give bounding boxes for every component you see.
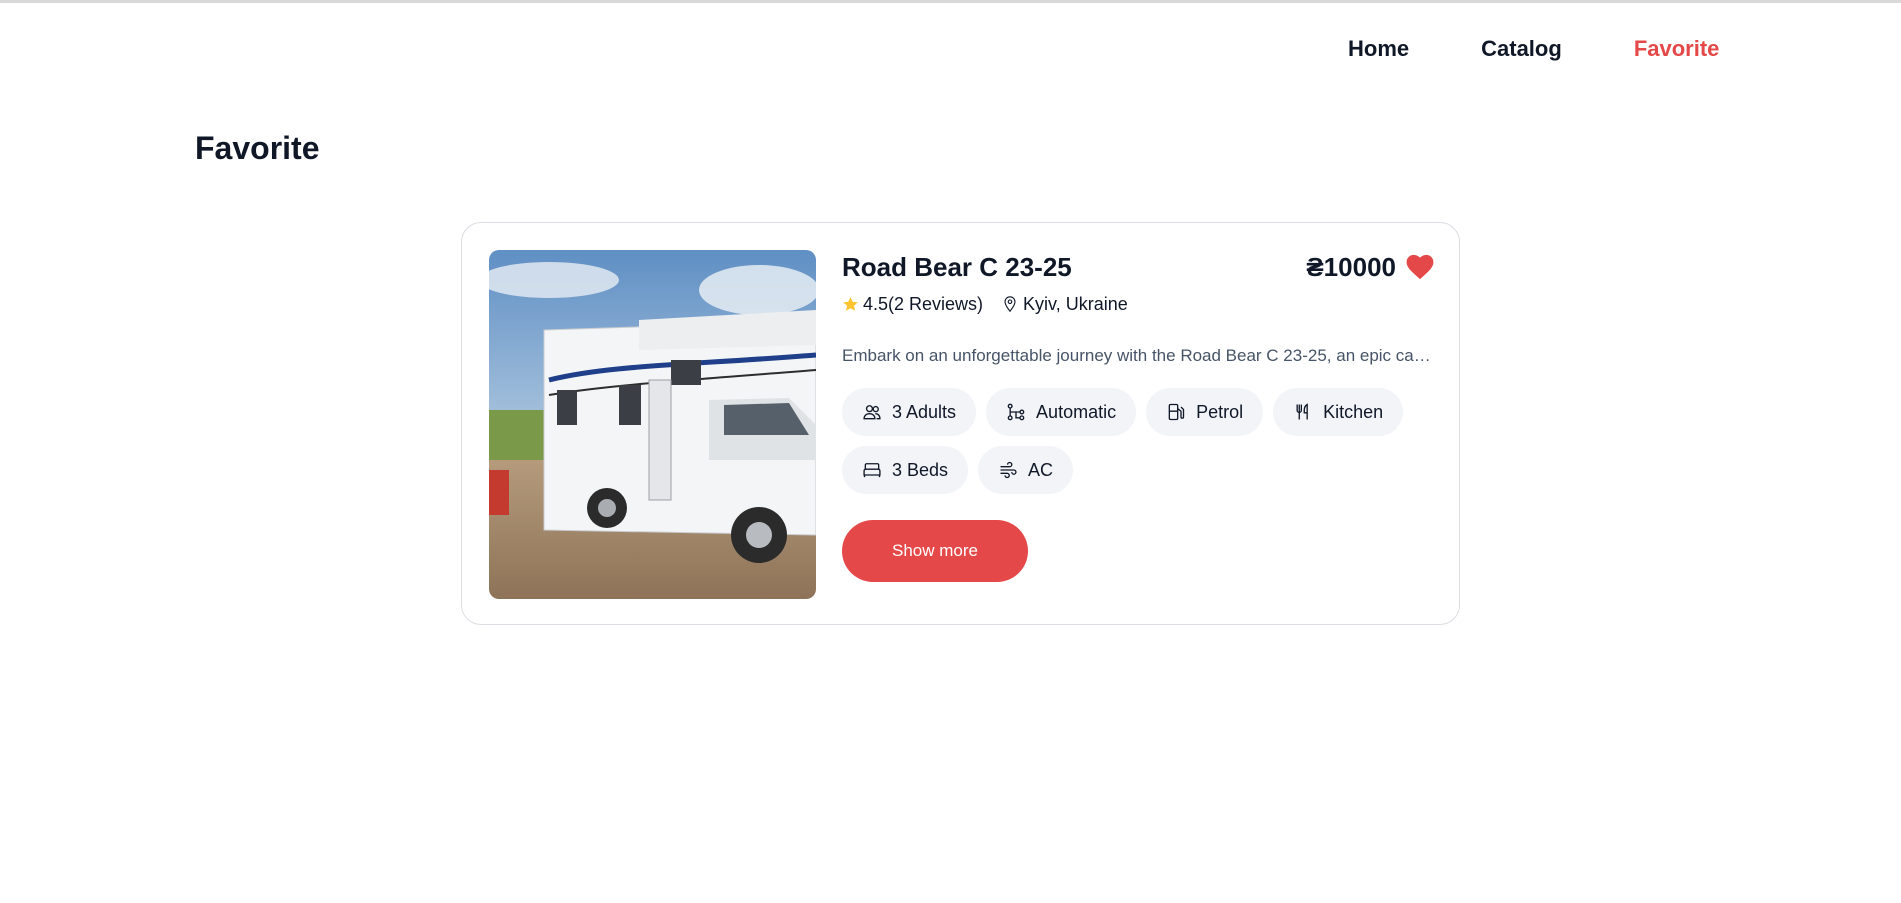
kitchen-icon [1296, 403, 1308, 420]
chip-label: 3 Beds [892, 459, 949, 480]
chip-fuel: Petrol [1146, 388, 1264, 436]
page-title: Favorite [195, 130, 320, 166]
chip-transmission: Automatic [986, 388, 1137, 436]
camper-card: Road Bear C 23-25 ₴10000 4.5(2 Reviews) … [461, 222, 1460, 625]
meta-row: 4.5(2 Reviews) Kyiv, Ukraine [842, 292, 1434, 316]
bed-icon [863, 463, 881, 478]
heart-icon[interactable] [1406, 254, 1434, 280]
feature-chips: 3 Adults Automatic Petrol Kitchen 3 Beds… [842, 388, 1442, 494]
chip-label: Petrol [1196, 401, 1244, 422]
transmission-icon [1007, 403, 1025, 421]
camper-title: Road Bear C 23-25 [842, 251, 1072, 282]
camper-price: ₴10000 [1306, 251, 1396, 282]
nav-catalog-link[interactable]: Catalog [1481, 36, 1562, 62]
chip-label: Automatic [1036, 401, 1117, 422]
card-title-row: Road Bear C 23-25 ₴10000 [842, 250, 1434, 284]
chip-label: Kitchen [1323, 401, 1384, 422]
location-text: Kyiv, Ukraine [1023, 293, 1128, 314]
fuel-icon [1168, 403, 1185, 421]
top-divider [0, 0, 1901, 3]
chip-beds: 3 Beds [842, 446, 969, 494]
price-wrap: ₴10000 [1306, 252, 1434, 283]
map-pin-icon [1004, 296, 1016, 312]
ac-icon [1000, 461, 1017, 479]
users-icon [863, 405, 881, 420]
chip-label: AC [1028, 459, 1054, 480]
chip-ac: AC [978, 446, 1074, 494]
card-body: Road Bear C 23-25 ₴10000 4.5(2 Reviews) … [842, 250, 1434, 582]
chip-adults: 3 Adults [842, 388, 977, 436]
nav-home-link[interactable]: Home [1348, 36, 1409, 62]
chip-kitchen: Kitchen [1273, 388, 1404, 436]
camper-description: Embark on an unforgettable journey with … [842, 346, 1434, 365]
rating-text[interactable]: 4.5(2 Reviews) [863, 294, 983, 315]
chip-label: 3 Adults [892, 401, 957, 422]
main-nav: Home Catalog Favorite [1348, 36, 1719, 62]
nav-favorite-link[interactable]: Favorite [1634, 36, 1720, 62]
show-more-button[interactable]: Show more [842, 520, 1028, 582]
star-icon [843, 296, 858, 311]
camper-image [489, 250, 816, 599]
